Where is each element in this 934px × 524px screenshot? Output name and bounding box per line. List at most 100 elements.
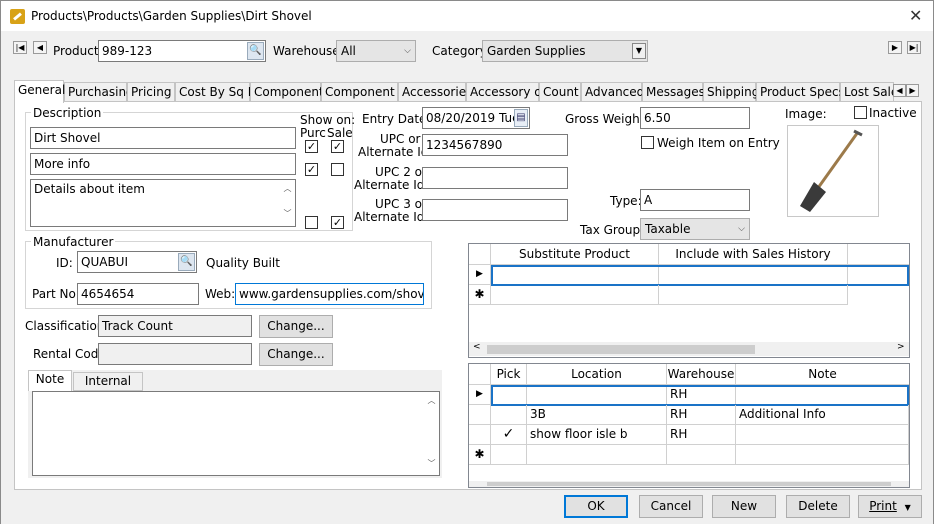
warehouse-new-cell[interactable] <box>667 445 736 465</box>
prev-record-icon[interactable]: ◀ <box>33 41 47 54</box>
row-header <box>469 425 491 445</box>
description-details-textarea[interactable]: Details about item <box>30 179 296 227</box>
upc3-input[interactable] <box>422 199 568 221</box>
tab-messages[interactable]: Messages <box>642 82 705 102</box>
scroll-thumb[interactable] <box>487 482 891 486</box>
tab-scroll-left-icon[interactable]: ◀ <box>893 84 906 97</box>
new-button[interactable]: New <box>712 495 776 518</box>
warehouse-cell[interactable]: RH <box>667 425 736 445</box>
tab-internal-note[interactable]: Internal Note <box>73 372 143 405</box>
pick-new-cell[interactable] <box>491 445 527 465</box>
location-header[interactable]: Location <box>527 364 667 385</box>
product-image[interactable] <box>787 125 879 217</box>
tab-product-specs[interactable]: Product Specs <box>756 82 845 102</box>
weigh-item-label: Weigh Item on Entry <box>657 136 780 150</box>
scroll-up-icon[interactable]: ︿ <box>280 183 295 194</box>
classification-change-button[interactable]: Change... <box>259 315 333 338</box>
selected-row-outline <box>491 265 909 286</box>
tab-general[interactable]: General <box>14 80 65 103</box>
tab-accessories[interactable]: Accessories <box>398 82 472 102</box>
pick-cell[interactable]: ✓ <box>491 425 527 445</box>
tax-group-label: Tax Group: <box>580 223 645 237</box>
tab-accessory-of[interactable]: Accessory of <box>466 82 546 102</box>
substitute-grid: Substitute Product Include with Sales Hi… <box>468 243 910 358</box>
note-cell[interactable]: Additional Info <box>736 405 909 425</box>
cancel-button[interactable]: Cancel <box>639 495 703 518</box>
product-lookup-icon[interactable]: 🔍 <box>247 42 264 60</box>
manufacturer-id-input[interactable]: QUABUI 🔍 <box>77 251 197 273</box>
ok-button[interactable]: OK <box>564 495 628 518</box>
last-record-icon[interactable]: ▶| <box>907 41 921 54</box>
type-input[interactable]: A <box>640 189 750 211</box>
scroll-left-icon[interactable]: < <box>473 342 481 352</box>
scroll-thumb[interactable] <box>487 345 755 354</box>
scroll-right-icon[interactable]: > <box>897 342 905 352</box>
web-input[interactable]: www.gardensupplies.com/shovel <box>235 283 424 305</box>
tab-purchasing[interactable]: Purchasing <box>64 82 134 102</box>
note-textarea[interactable] <box>32 391 440 476</box>
part-no-input[interactable]: 4654654 <box>77 283 199 305</box>
upc2-input[interactable] <box>422 167 568 189</box>
entry-date-label: Entry Date: <box>362 112 431 126</box>
next-record-icon[interactable]: ▶ <box>888 41 902 54</box>
manufacturer-lookup-icon[interactable]: 🔍 <box>178 253 195 271</box>
note-cell[interactable] <box>736 425 909 445</box>
upc-label-line1: UPC or <box>380 132 421 146</box>
tab-count[interactable]: Count <box>539 82 581 102</box>
delete-button[interactable]: Delete <box>786 495 850 518</box>
line2-sale-checkbox[interactable] <box>331 163 344 176</box>
window-title: Products\Products\Garden Supplies\Dirt S… <box>31 9 312 23</box>
inactive-label: Inactive <box>869 106 917 120</box>
print-button[interactable]: Print ▼ <box>858 495 922 518</box>
tab-components[interactable]: Components <box>250 82 330 102</box>
details-scrollbar[interactable]: ︿ ﹀ <box>280 181 295 225</box>
tab-scroll-right-icon[interactable]: ▶ <box>906 84 919 97</box>
scroll-down-icon[interactable]: ﹀ <box>424 458 439 469</box>
pick-cell[interactable] <box>491 405 527 425</box>
location-cell[interactable]: show floor isle b <box>527 425 667 445</box>
inactive-checkbox[interactable] <box>854 106 867 119</box>
warehouse-header[interactable]: Warehouse <box>667 364 736 385</box>
description-line2-input[interactable]: More info <box>30 153 296 175</box>
category-select[interactable]: Garden Supplies ▼ <box>482 40 648 62</box>
warehouse-cell[interactable]: RH <box>667 405 736 425</box>
note-new-cell[interactable] <box>736 445 909 465</box>
tax-group-select[interactable]: Taxable ⌵ <box>640 218 750 240</box>
line2-purc-checkbox[interactable]: ✓ <box>305 163 318 176</box>
line3-sale-checkbox[interactable]: ✓ <box>331 216 344 229</box>
line1-sale-checkbox[interactable]: ✓ <box>331 140 344 153</box>
tab-cost-by-sq-ft[interactable]: Cost By Sq Ft <box>175 82 259 102</box>
upc-input[interactable]: 1234567890 <box>422 134 568 156</box>
location-cell[interactable]: 3B <box>527 405 667 425</box>
warehouse-select[interactable]: All ⌵ <box>336 40 416 62</box>
tab-shipping[interactable]: Shipping <box>703 82 759 102</box>
product-input[interactable]: 989-123 🔍 <box>98 40 266 62</box>
pick-header[interactable]: Pick <box>491 364 527 385</box>
gross-weight-input[interactable]: 6.50 <box>640 107 750 129</box>
tab-lost-sale[interactable]: Lost Sale... <box>840 82 894 102</box>
line3-purc-checkbox[interactable] <box>305 216 318 229</box>
scroll-up-icon[interactable]: ︿ <box>424 395 439 406</box>
substitute-hscrollbar[interactable]: < > <box>469 342 909 356</box>
weigh-item-checkbox[interactable] <box>641 136 654 149</box>
include-sales-history-header[interactable]: Include with Sales History <box>659 244 848 265</box>
note-scrollbar[interactable]: ︿ ﹀ <box>424 393 439 474</box>
substitute-product-header[interactable]: Substitute Product <box>491 244 659 265</box>
entry-date-input[interactable]: 08/20/2019 Tue ▤ <box>422 107 530 129</box>
line1-purc-checkbox[interactable]: ✓ <box>305 140 318 153</box>
tab-component-of[interactable]: Component of <box>321 82 410 102</box>
close-icon[interactable]: ✕ <box>909 6 922 25</box>
note-header[interactable]: Note <box>736 364 909 385</box>
calendar-icon[interactable]: ▤ <box>514 109 528 127</box>
first-record-icon[interactable]: |◀ <box>13 41 27 54</box>
location-new-cell[interactable] <box>527 445 667 465</box>
rental-change-button[interactable]: Change... <box>259 343 333 366</box>
location-hscrollbar[interactable] <box>469 481 909 487</box>
tab-note[interactable]: Note <box>28 370 72 391</box>
substitute-new-cell[interactable] <box>491 285 659 305</box>
scroll-down-icon[interactable]: ﹀ <box>280 208 295 219</box>
description-line1-input[interactable]: Dirt Shovel <box>30 127 296 149</box>
tab-pricing[interactable]: Pricing <box>127 82 175 102</box>
include-history-new-cell[interactable] <box>659 285 848 305</box>
tab-advanced[interactable]: Advanced <box>581 82 644 102</box>
